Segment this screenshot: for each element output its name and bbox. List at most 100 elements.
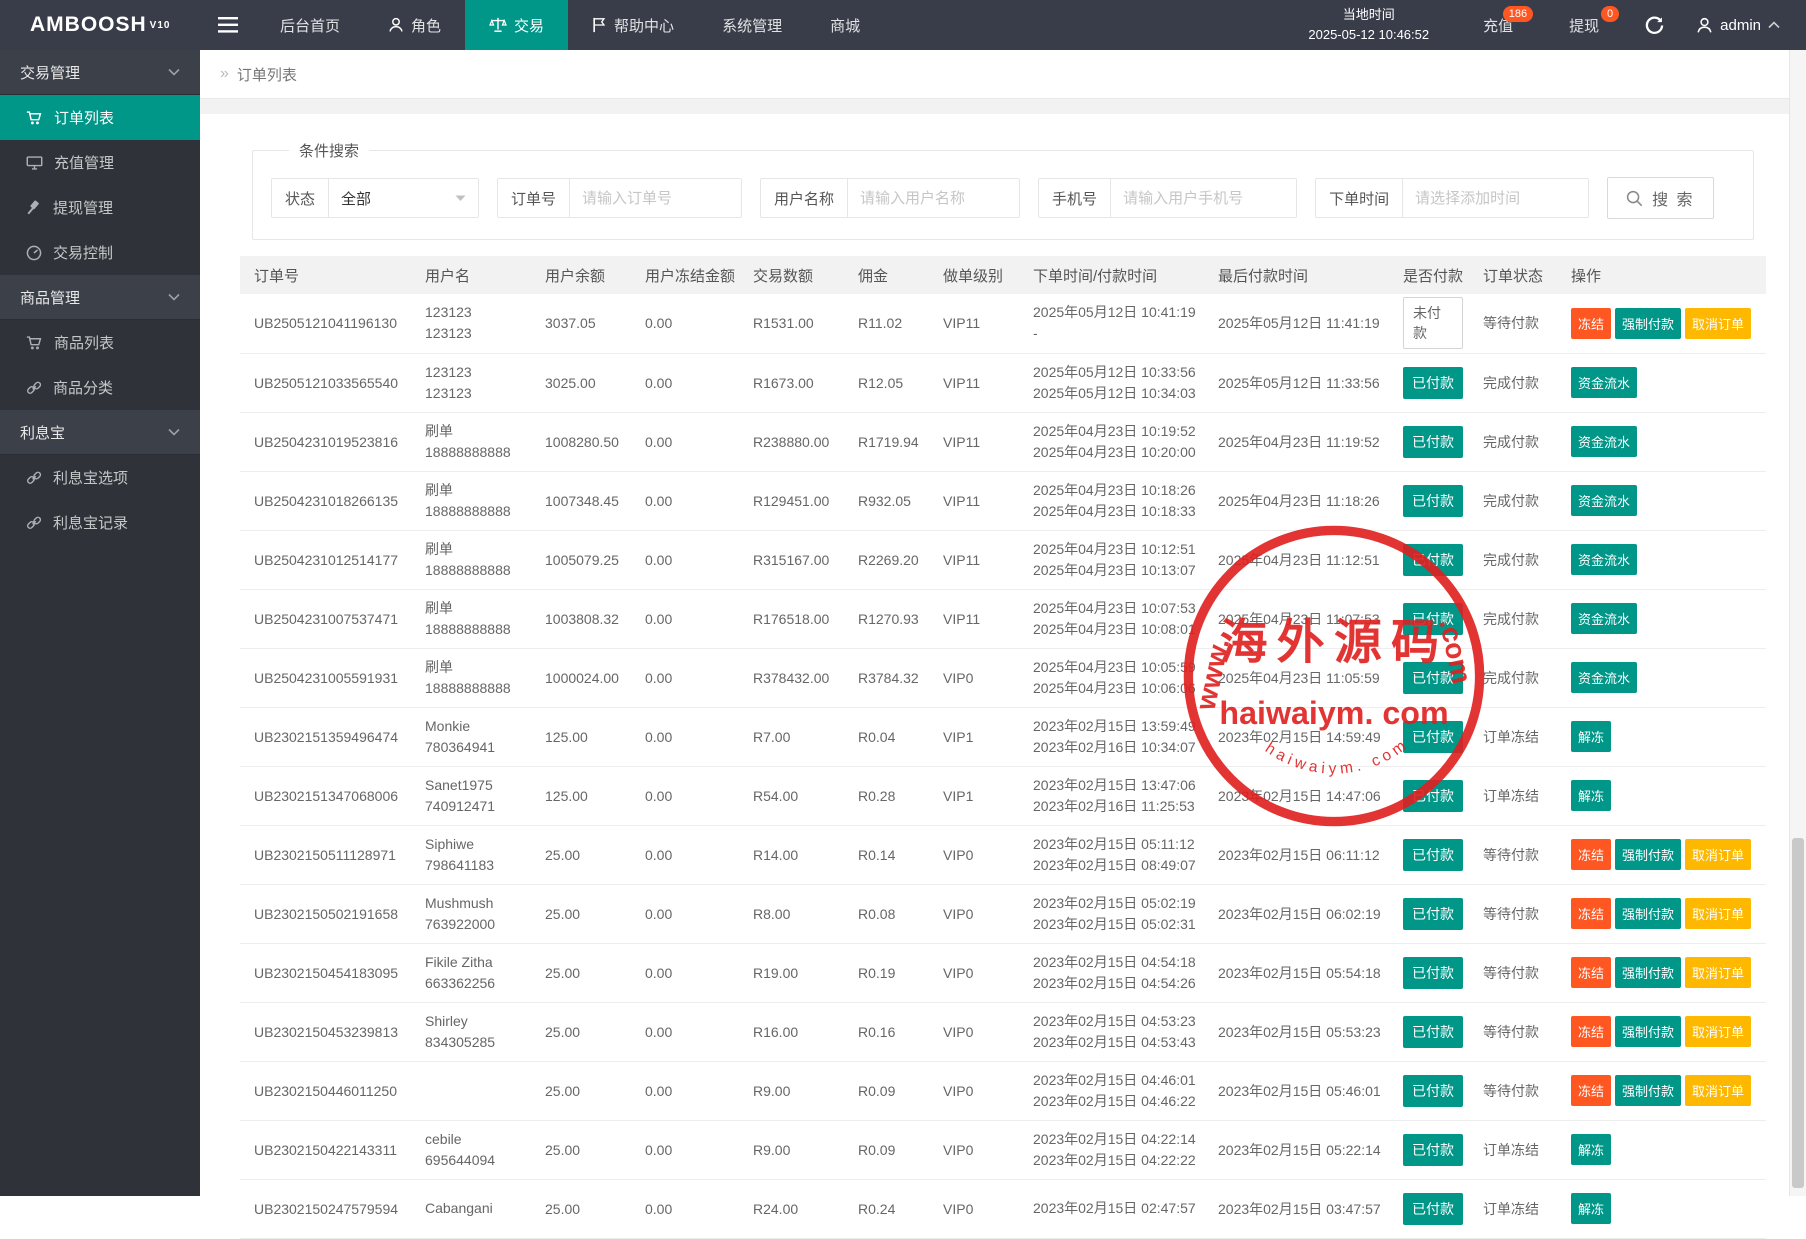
freeze-button[interactable]: 冻结 (1571, 898, 1611, 929)
freeze-button[interactable]: 冻结 (1571, 957, 1611, 988)
sidebar-group-trade-mgmt[interactable]: 交易管理 (0, 50, 200, 95)
trade-amount-cell: R378432.00 (743, 648, 848, 707)
actions-cell: 解冻 (1561, 766, 1766, 825)
force-pay-button[interactable]: 强制付款 (1615, 308, 1681, 339)
search-panel-legend: 条件搜索 (289, 140, 369, 161)
nav-item-system[interactable]: 系统管理 (698, 0, 806, 50)
table-row: UB2504231012514177刷单188888888881005079.2… (240, 530, 1766, 589)
fund-flow-button[interactable]: 资金流水 (1571, 367, 1637, 398)
user-name-cell: Siphiwe798641183 (415, 825, 535, 884)
unfreeze-button[interactable]: 解冻 (1571, 721, 1611, 752)
sidebar-item-goods-list[interactable]: 商品列表 (0, 320, 200, 365)
nav-item-label: 商城 (830, 15, 860, 36)
unfreeze-button[interactable]: 解冻 (1571, 1193, 1611, 1224)
sidebar-item-order-list[interactable]: 订单列表 (0, 95, 200, 140)
frozen-amount-cell: 0.00 (635, 1179, 743, 1238)
link-icon (26, 515, 42, 531)
cancel-order-button[interactable]: 取消订单 (1685, 1016, 1751, 1047)
commission-cell: R0.14 (848, 825, 933, 884)
user-name-cell: 刷单18888888888 (415, 412, 535, 471)
fund-flow-button[interactable]: 资金流水 (1571, 544, 1637, 575)
order-status-cell: 订单冻结 (1473, 1179, 1561, 1238)
table-row: UB25051210411961301231231231233037.050.0… (240, 294, 1766, 353)
cancel-order-button[interactable]: 取消订单 (1685, 898, 1751, 929)
order-id-cell: UB2504231019523816 (240, 412, 415, 471)
frozen-amount-cell: 0.00 (635, 648, 743, 707)
unfreeze-button[interactable]: 解冻 (1571, 780, 1611, 811)
nav-item-help[interactable]: 帮助中心 (568, 0, 698, 50)
phone-input[interactable] (1110, 179, 1296, 217)
commission-cell: R0.08 (848, 884, 933, 943)
table-row: UB2302150453239813Shirley83430528525.000… (240, 1002, 1766, 1061)
cart-icon (26, 110, 43, 126)
sidebar-item-lixibao-opt[interactable]: 利息宝选项 (0, 455, 200, 500)
order-id-cell: UB2504231018266135 (240, 471, 415, 530)
order-id-cell: UB2302150454183095 (240, 943, 415, 1002)
user-name-input[interactable] (847, 179, 1019, 217)
sidebar-group-goods-mgmt[interactable]: 商品管理 (0, 275, 200, 320)
force-pay-button[interactable]: 强制付款 (1615, 1016, 1681, 1047)
force-pay-button[interactable]: 强制付款 (1615, 839, 1681, 870)
order-status-cell: 完成付款 (1473, 353, 1561, 412)
column-header-4: 交易数额 (743, 256, 848, 294)
sidebar-item-lixibao-log[interactable]: 利息宝记录 (0, 500, 200, 545)
paid-status-badge: 已付款 (1403, 721, 1463, 753)
cancel-order-button[interactable]: 取消订单 (1685, 957, 1751, 988)
order-time-cell: 2023年02月15日 04:54:182023年02月15日 04:54:26 (1023, 943, 1208, 1002)
withdraw-nav-item[interactable]: 提现 0 (1541, 0, 1627, 50)
freeze-button[interactable]: 冻结 (1571, 308, 1611, 339)
trade-amount-cell: R19.00 (743, 943, 848, 1002)
cancel-order-button[interactable]: 取消订单 (1685, 1075, 1751, 1106)
cancel-order-button[interactable]: 取消订单 (1685, 839, 1751, 870)
user-name-cell: Mushmush763922000 (415, 884, 535, 943)
trade-amount-cell: R24.00 (743, 1179, 848, 1238)
freeze-button[interactable]: 冻结 (1571, 1075, 1611, 1106)
force-pay-button[interactable]: 强制付款 (1615, 957, 1681, 988)
nav-item-role[interactable]: 角色 (364, 0, 465, 50)
nav-item-trade[interactable]: 交易 (465, 0, 568, 50)
frozen-amount-cell: 0.00 (635, 353, 743, 412)
fund-flow-button[interactable]: 资金流水 (1571, 485, 1637, 516)
search-button[interactable]: 搜 索 (1607, 177, 1713, 219)
scrollbar-thumb[interactable] (1792, 838, 1804, 1188)
balance-cell: 25.00 (535, 1061, 635, 1120)
freeze-button[interactable]: 冻结 (1571, 839, 1611, 870)
divider-band (200, 98, 1806, 114)
cancel-order-button[interactable]: 取消订单 (1685, 308, 1751, 339)
order-time-cell: 2025年04月23日 10:18:262025年04月23日 10:18:33 (1023, 471, 1208, 530)
force-pay-button[interactable]: 强制付款 (1615, 898, 1681, 929)
nav-menu: 后台首页角色交易帮助中心系统管理 商城 (256, 0, 884, 50)
menu-toggle-button[interactable] (200, 0, 256, 50)
nav-item-mall[interactable]: 商城 (806, 0, 884, 50)
frozen-amount-cell: 0.00 (635, 825, 743, 884)
user-name: admin (1720, 17, 1761, 34)
freeze-button[interactable]: 冻结 (1571, 1016, 1611, 1047)
monitor-icon (26, 155, 43, 171)
user-menu[interactable]: admin (1682, 0, 1806, 50)
fund-flow-button[interactable]: 资金流水 (1571, 662, 1637, 693)
sidebar-item-recharge-mgmt[interactable]: 充值管理 (0, 140, 200, 185)
trade-amount-cell: R315167.00 (743, 530, 848, 589)
last-pay-time-cell: 2025年05月12日 11:41:19 (1208, 294, 1393, 353)
sidebar-group-lixibao[interactable]: 利息宝 (0, 410, 200, 455)
vip-level-cell: VIP0 (933, 1120, 1023, 1179)
sidebar-item-withdraw-mgmt[interactable]: 提现管理 (0, 185, 200, 230)
order-no-input[interactable] (569, 179, 741, 217)
recharge-nav-item[interactable]: 充值 186 (1455, 0, 1541, 50)
chevron-down-icon (168, 428, 180, 436)
nav-item-home[interactable]: 后台首页 (256, 0, 364, 50)
commission-cell: R0.24 (848, 1179, 933, 1238)
trade-amount-cell: R1531.00 (743, 294, 848, 353)
column-header-11: 操作 (1561, 256, 1766, 294)
fund-flow-button[interactable]: 资金流水 (1571, 603, 1637, 634)
chevron-up-icon (1768, 21, 1780, 29)
sidebar-item-goods-cate[interactable]: 商品分类 (0, 365, 200, 410)
unfreeze-button[interactable]: 解冻 (1571, 1134, 1611, 1165)
refresh-button[interactable] (1627, 0, 1682, 50)
force-pay-button[interactable]: 强制付款 (1615, 1075, 1681, 1106)
fund-flow-button[interactable]: 资金流水 (1571, 426, 1637, 457)
sidebar-item-trade-control[interactable]: 交易控制 (0, 230, 200, 275)
order-time-input[interactable] (1402, 179, 1588, 217)
status-select[interactable]: 全部 (328, 179, 478, 217)
scrollbar-track[interactable] (1789, 50, 1806, 1196)
